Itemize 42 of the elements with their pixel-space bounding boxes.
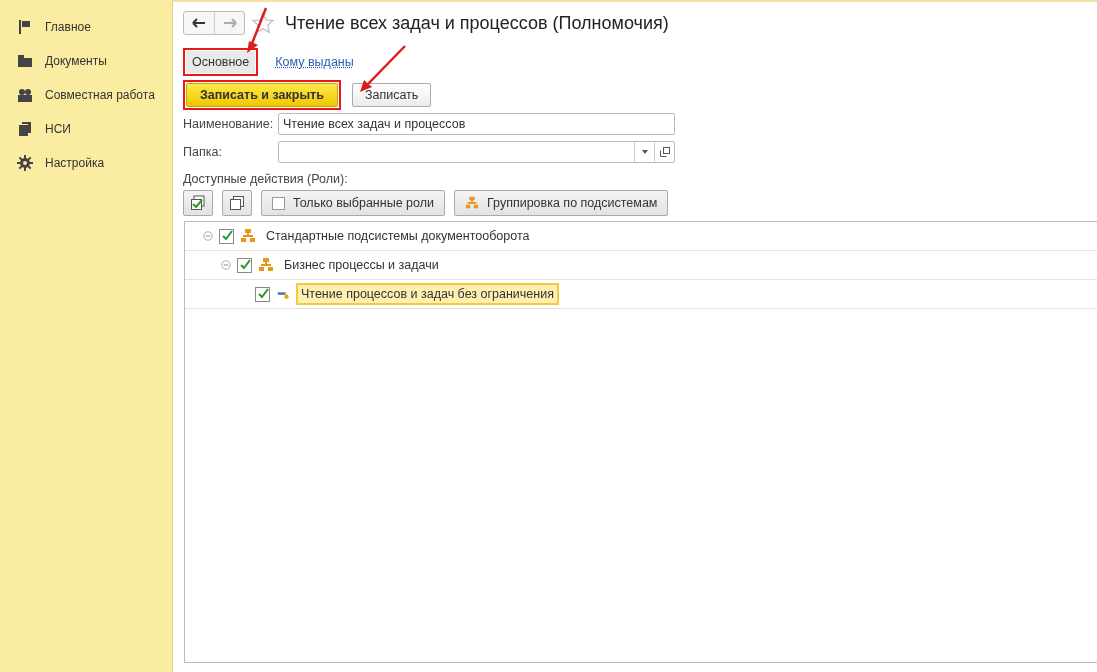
star-icon[interactable] (251, 11, 275, 35)
pages-icon (17, 121, 33, 137)
grouping-button[interactable]: Группировка по подсистемам (454, 190, 669, 216)
uncheck-all-button[interactable] (222, 190, 252, 216)
hierarchy-icon (240, 228, 256, 244)
sidebar-item[interactable]: Совместная работа (0, 78, 172, 112)
tree-item[interactable]: Чтение процессов и задач без ограничения (296, 283, 559, 305)
toggle-button[interactable]: Только выбранные роли (261, 190, 445, 216)
sidebar-item[interactable]: Документы (0, 44, 172, 78)
checkbox[interactable] (255, 286, 270, 302)
name-field[interactable]: Чтение всех задач и процессов (278, 113, 675, 135)
sidebar-item[interactable]: Настройка (0, 146, 172, 180)
form-title: Чтение всех задач и процессов (Полномочия) (285, 12, 669, 34)
folder-field[interactable] (278, 141, 675, 163)
people-icon (17, 87, 33, 103)
sidebar-item[interactable]: Главное (0, 10, 172, 44)
check-all-button[interactable] (183, 190, 213, 216)
field-label: Папка: (183, 145, 223, 159)
checked-boxes-icon (190, 195, 206, 211)
tab[interactable]: Кому выданы (269, 51, 360, 73)
boxes-icon (229, 195, 245, 211)
checkbox[interactable] (237, 257, 252, 273)
section-label: Доступные действия (Роли): (183, 172, 349, 186)
open-icon (659, 147, 670, 157)
save-and-close-button[interactable]: Записать и закрыть (186, 83, 338, 107)
tab[interactable]: Основное (186, 51, 256, 73)
checkbox[interactable] (219, 228, 234, 244)
sidebar-item[interactable]: НСИ (0, 112, 172, 146)
field-label: Наименование: (183, 117, 274, 131)
flag-icon (17, 19, 33, 35)
collapse-icon[interactable] (203, 231, 213, 241)
back-arrow-icon (192, 18, 206, 28)
save-button[interactable]: Записать (351, 83, 432, 107)
dropdown-icon (641, 150, 648, 154)
folder-icon (17, 53, 33, 69)
hierarchy-icon (258, 257, 274, 273)
hierarchy-icon (465, 196, 479, 210)
collapse-icon[interactable] (221, 260, 231, 270)
gear-icon (17, 155, 33, 171)
tree-item[interactable]: Стандартные подсистемы документооборота (262, 226, 534, 246)
tree-item[interactable]: Бизнес процессы и задачи (280, 255, 443, 275)
forward-arrow-icon (222, 18, 237, 28)
